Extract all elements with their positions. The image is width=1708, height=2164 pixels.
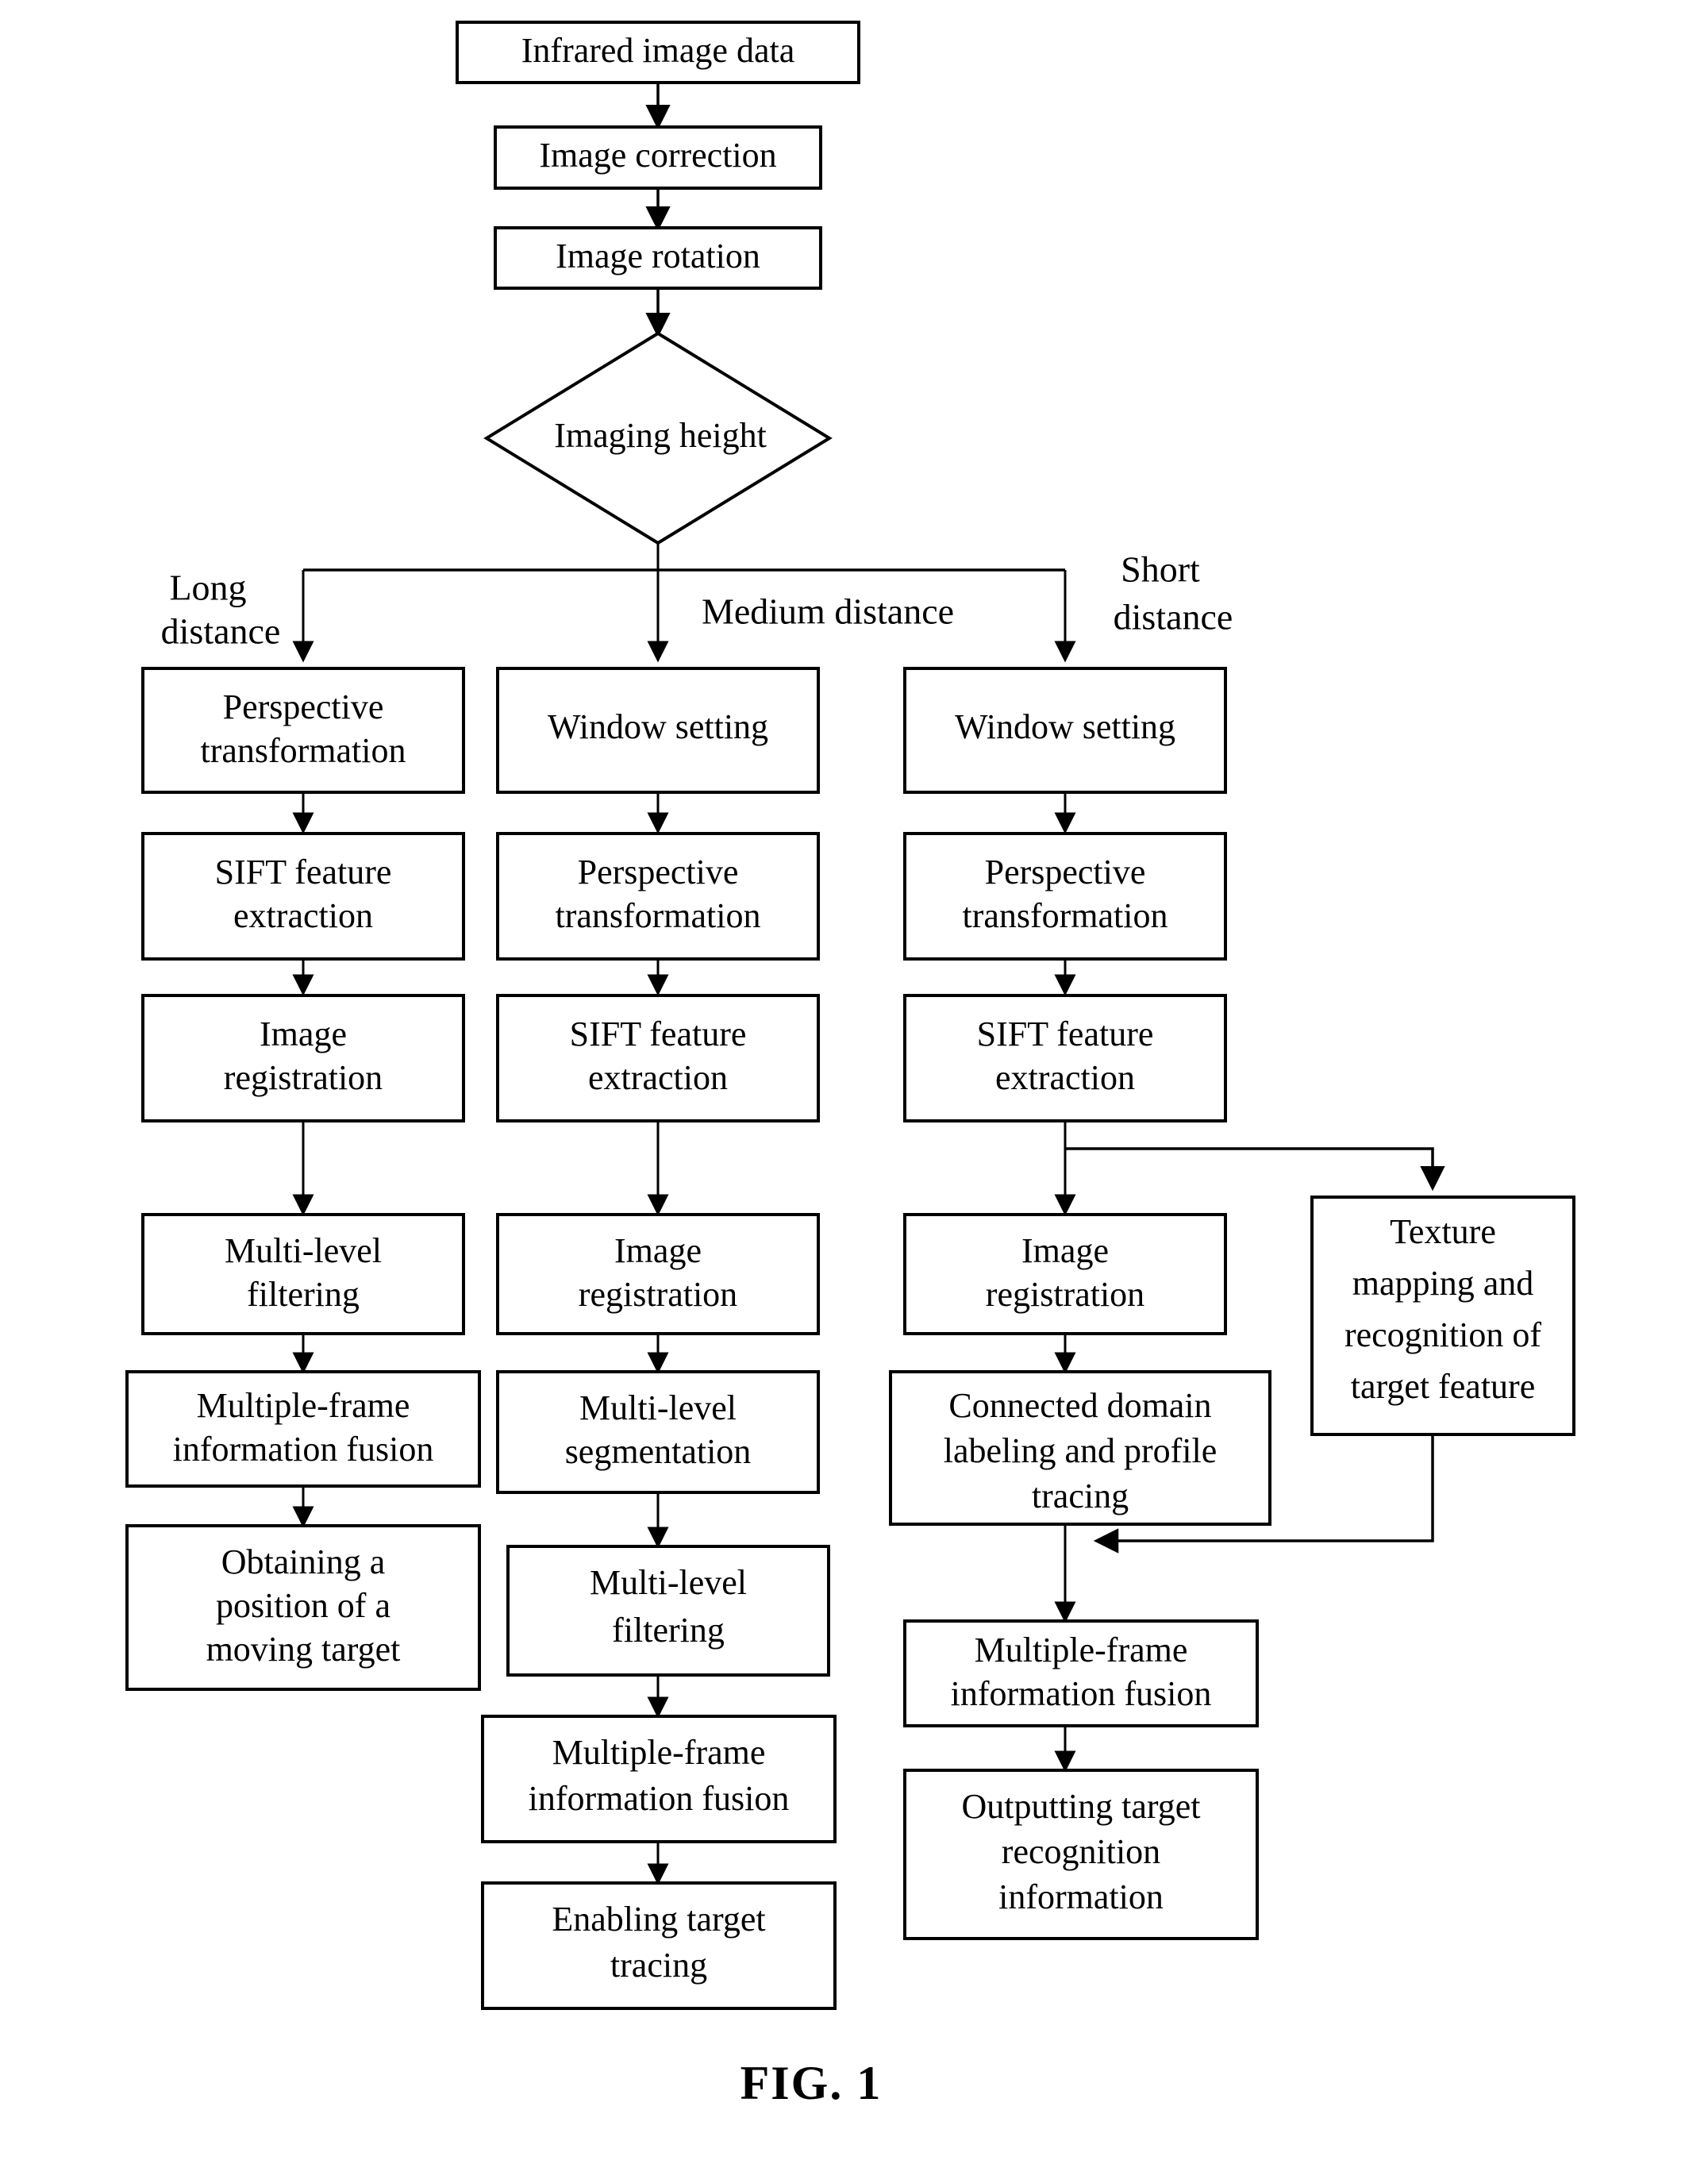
node-text-line2: recognition — [1002, 1832, 1160, 1871]
flowchart-svg: Infrared image data Image correction Ima… — [125, 21, 1575, 2109]
node-text: Image rotation — [556, 237, 760, 275]
node-text-line1: SIFT feature — [570, 1015, 747, 1053]
node-short-window-setting[interactable]: Window setting — [903, 667, 1227, 794]
node-text-line1: Multi-level — [579, 1388, 737, 1427]
node-text-line3: information — [998, 1877, 1164, 1916]
node-text: Infrared image data — [521, 31, 794, 70]
node-imaging-height-decision[interactable]: Imaging height — [483, 331, 833, 545]
figure-caption: FIG. 1 — [741, 2057, 883, 2109]
node-text-line2: transformation — [555, 896, 760, 935]
node-short-image-registration[interactable]: Image registration — [903, 1213, 1227, 1335]
node-text-line1: Outputting target — [961, 1787, 1200, 1826]
node-text-line1: Image — [614, 1231, 702, 1270]
node-text-line1: Texture — [1390, 1212, 1496, 1251]
node-text-line2: extraction — [588, 1058, 728, 1097]
node-long-multiple-frame-information-fusion[interactable]: Multiple-frame information fusion — [125, 1370, 481, 1488]
node-short-outputting-target-recognition[interactable]: Outputting target recognition informatio… — [903, 1769, 1259, 1940]
node-text-line1: Image — [1021, 1231, 1109, 1270]
node-text-line2: filtering — [247, 1275, 360, 1314]
node-text-line2: segmentation — [565, 1432, 752, 1471]
node-text-line2: mapping and — [1352, 1264, 1534, 1303]
branch-label-long-distance: Long distance — [161, 568, 281, 652]
node-text-line1: Multi-level — [225, 1231, 382, 1270]
branch-label-medium-distance: Medium distance — [702, 591, 954, 632]
node-text-line2: tracing — [610, 1946, 707, 1985]
node-text-line2: information fusion — [173, 1430, 434, 1469]
node-text-line1: Connected domain — [948, 1386, 1211, 1425]
node-text-line2: labeling and profile — [944, 1431, 1218, 1470]
branch-label-text: Medium distance — [702, 591, 954, 632]
node-text-line1: Multi-level — [590, 1563, 747, 1602]
edge-short-sift-to-texture — [1065, 1147, 1445, 1192]
node-text-line1: Enabling target — [552, 1900, 765, 1939]
node-text-line2: extraction — [995, 1058, 1135, 1097]
node-image-correction[interactable]: Image correction — [494, 125, 822, 190]
branch-label-short-distance: Short distance — [1114, 549, 1233, 637]
node-text-line2: registration — [986, 1275, 1144, 1314]
node-long-obtaining-position-of-moving-target[interactable]: Obtaining a position of a moving target — [125, 1524, 481, 1691]
branch-label-line1: Short — [1121, 549, 1200, 590]
node-med-image-registration[interactable]: Image registration — [496, 1213, 820, 1335]
node-text-line2: information fusion — [529, 1779, 790, 1818]
node-short-multiple-frame-information-fusion[interactable]: Multiple-frame information fusion — [903, 1619, 1259, 1727]
node-text-line1: SIFT feature — [215, 853, 392, 891]
node-med-window-setting[interactable]: Window setting — [496, 667, 820, 794]
node-text-line1: Perspective — [985, 853, 1146, 891]
node-text-line1: SIFT feature — [977, 1015, 1154, 1053]
node-long-sift-feature-extraction[interactable]: SIFT feature extraction — [141, 832, 465, 961]
node-long-image-registration[interactable]: Image registration — [141, 994, 465, 1122]
branch-label-line2: distance — [161, 611, 281, 652]
node-long-perspective-transformation[interactable]: Perspective transformation — [141, 667, 465, 794]
node-text-line1: Multiple-frame — [975, 1631, 1188, 1669]
figure-canvas: Infrared image data Image correction Ima… — [0, 0, 1708, 2164]
node-med-multiple-frame-information-fusion[interactable]: Multiple-frame information fusion — [481, 1715, 837, 1843]
node-short-perspective-transformation[interactable]: Perspective transformation — [903, 832, 1227, 961]
node-text-line2: position of a — [216, 1586, 390, 1625]
node-med-enabling-target-tracing[interactable]: Enabling target tracing — [481, 1881, 837, 2010]
node-text-line1: Perspective — [223, 687, 384, 726]
node-text-line2: extraction — [233, 896, 373, 935]
node-text-line3: tracing — [1032, 1477, 1129, 1515]
node-med-multi-level-filtering[interactable]: Multi-level filtering — [506, 1545, 830, 1677]
node-text-line1: Perspective — [578, 853, 739, 891]
branch-label-line1: Long — [169, 568, 246, 608]
node-text-line3: moving target — [206, 1630, 401, 1669]
node-text-line2: information fusion — [951, 1674, 1212, 1713]
node-text: Window setting — [955, 707, 1175, 746]
node-text-line2: transformation — [200, 731, 406, 770]
node-infrared-image-data[interactable]: Infrared image data — [456, 21, 860, 84]
branch-label-line2: distance — [1114, 597, 1233, 637]
node-short-connected-domain-labeling[interactable]: Connected domain labeling and profile tr… — [889, 1370, 1271, 1526]
node-text-line2: registration — [224, 1058, 383, 1097]
node-text-line2: transformation — [962, 896, 1168, 935]
node-text-line1: Obtaining a — [221, 1542, 386, 1581]
node-image-rotation[interactable]: Image rotation — [494, 226, 822, 290]
node-text-line1: Image — [260, 1015, 347, 1053]
node-text-line3: recognition of — [1344, 1315, 1541, 1354]
node-med-perspective-transformation[interactable]: Perspective transformation — [496, 832, 820, 961]
node-text: Image correction — [539, 136, 776, 175]
node-text-line2: registration — [579, 1275, 737, 1314]
node-text-line1: Multiple-frame — [552, 1733, 766, 1772]
node-long-multi-level-filtering[interactable]: Multi-level filtering — [141, 1213, 465, 1335]
node-text-line4: target feature — [1351, 1367, 1535, 1406]
node-med-sift-feature-extraction[interactable]: SIFT feature extraction — [496, 994, 820, 1122]
node-text-line2: filtering — [612, 1611, 725, 1650]
node-text-line1: Multiple-frame — [197, 1386, 410, 1425]
node-texture-mapping-recognition[interactable]: Texture mapping and recognition of targe… — [1310, 1196, 1575, 1436]
node-text: Imaging height — [554, 416, 767, 455]
node-short-sift-feature-extraction[interactable]: SIFT feature extraction — [903, 994, 1227, 1122]
node-text: Window setting — [548, 707, 768, 746]
node-med-multi-level-segmentation[interactable]: Multi-level segmentation — [496, 1370, 820, 1494]
